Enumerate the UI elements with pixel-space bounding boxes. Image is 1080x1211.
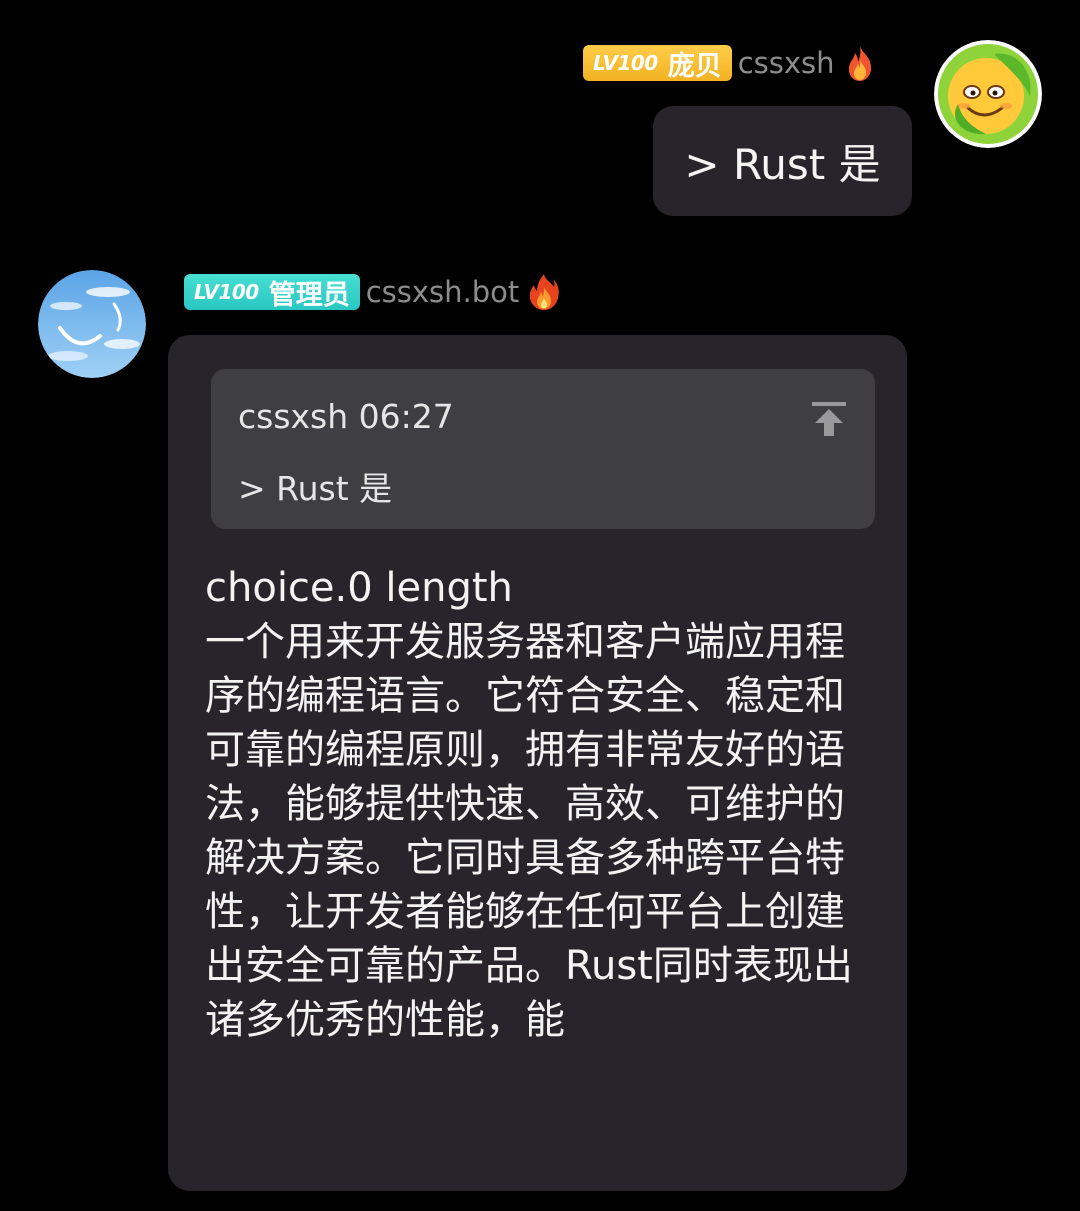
quote-sender-time: cssxsh 06:27 [238, 397, 454, 436]
flame-icon [848, 46, 871, 81]
avatar[interactable] [934, 40, 1042, 148]
incoming-message-bubble[interactable]: cssxsh 06:27 > Rust 是 choice.0 length 一个… [168, 335, 907, 1191]
flame-icon [530, 274, 560, 310]
level-badge: LV100 庞贝 [583, 45, 732, 82]
outgoing-sender-row: LV100 庞贝 cssxsh [583, 43, 877, 83]
level-badge: LV100 管理员 [184, 274, 360, 311]
quote-text: > Rust 是 [238, 469, 393, 508]
sender-name[interactable]: cssxsh [738, 46, 835, 80]
outgoing-message-bubble[interactable]: > Rust 是 [653, 106, 912, 216]
message-text: choice.0 length 一个用来开发服务器和客户端应用程序的编程语言。它… [205, 565, 853, 1043]
sky-smile-icon [38, 270, 146, 378]
quoted-message[interactable]: cssxsh 06:27 > Rust 是 [211, 369, 875, 529]
jump-to-top-icon[interactable] [809, 399, 849, 439]
role-label: 庞贝 [667, 50, 722, 82]
cartoon-face-icon [934, 40, 1042, 148]
role-label: 管理员 [268, 279, 350, 311]
message-text: > Rust 是 [684, 139, 881, 189]
sender-name[interactable]: cssxsh.bot [366, 275, 520, 309]
level-label: LV100 [593, 51, 658, 75]
avatar[interactable] [38, 270, 146, 378]
level-label: LV100 [194, 280, 259, 304]
incoming-sender-row: LV100 管理员 cssxsh.bot [184, 272, 561, 312]
